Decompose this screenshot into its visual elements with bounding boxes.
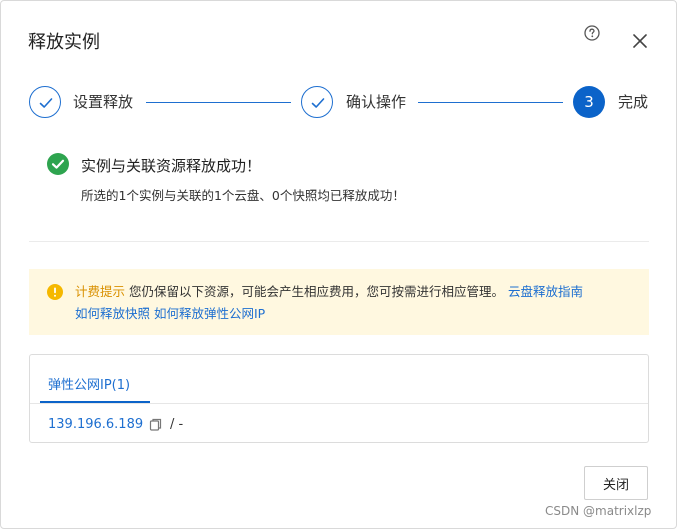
- watermark: CSDN @matrixlzp: [545, 504, 652, 518]
- disk-release-guide-link[interactable]: 云盘释放指南: [508, 284, 583, 299]
- step-connector: [418, 102, 563, 103]
- tab-divider: [30, 403, 648, 404]
- dialog-title: 释放实例: [28, 32, 100, 53]
- notice-line-1: 计费提示 您仍保留以下资源，可能会产生相应费用，您可按需进行相应管理。 云盘释放…: [75, 283, 583, 301]
- close-button[interactable]: 关闭: [584, 466, 648, 500]
- step-3-indicator: 3: [573, 86, 605, 118]
- check-icon: [39, 98, 53, 108]
- check-icon: [311, 98, 325, 108]
- snapshot-release-link[interactable]: 如何释放快照: [75, 306, 150, 321]
- question-circle-icon[interactable]: [584, 25, 600, 41]
- notice-text: 您仍保留以下资源，可能会产生相应费用，您可按需进行相应管理。: [129, 284, 505, 299]
- step-2-label: 确认操作: [346, 93, 407, 111]
- step-1-label: 设置释放: [73, 93, 134, 111]
- warning-icon: [47, 284, 63, 300]
- eip-release-link[interactable]: 如何释放弹性公网IP: [154, 306, 265, 321]
- close-icon[interactable]: [631, 32, 649, 50]
- notice-prefix: 计费提示: [75, 284, 126, 299]
- success-check-icon: [47, 153, 69, 175]
- tab-elastic-ip[interactable]: 弹性公网IP(1): [48, 377, 130, 395]
- result-description: 所选的1个实例与关联的1个云盘、0个快照均已释放成功！: [81, 188, 405, 203]
- billing-notice: 计费提示 您仍保留以下资源，可能会产生相应费用，您可按需进行相应管理。 云盘释放…: [29, 269, 649, 335]
- step-1-indicator: [29, 86, 61, 118]
- copy-icon[interactable]: [149, 418, 162, 431]
- ip-extra-info: / -: [170, 417, 184, 432]
- ip-address-link[interactable]: 139.196.6.189: [48, 416, 143, 434]
- step-3-label: 完成: [618, 93, 649, 111]
- step-2-indicator: [301, 86, 333, 118]
- step-connector: [146, 102, 291, 103]
- resource-panel: 弹性公网IP(1) 139.196.6.189 / -: [29, 354, 649, 443]
- section-divider: [29, 241, 649, 242]
- notice-line-2: 如何释放快照 如何释放弹性公网IP: [75, 305, 265, 323]
- release-instance-dialog: 释放实例 设置释放 确认操作 3 完成 实例与关联资源释放成功！ 所选的1个实例…: [0, 0, 677, 529]
- result-title: 实例与关联资源释放成功！: [81, 157, 262, 175]
